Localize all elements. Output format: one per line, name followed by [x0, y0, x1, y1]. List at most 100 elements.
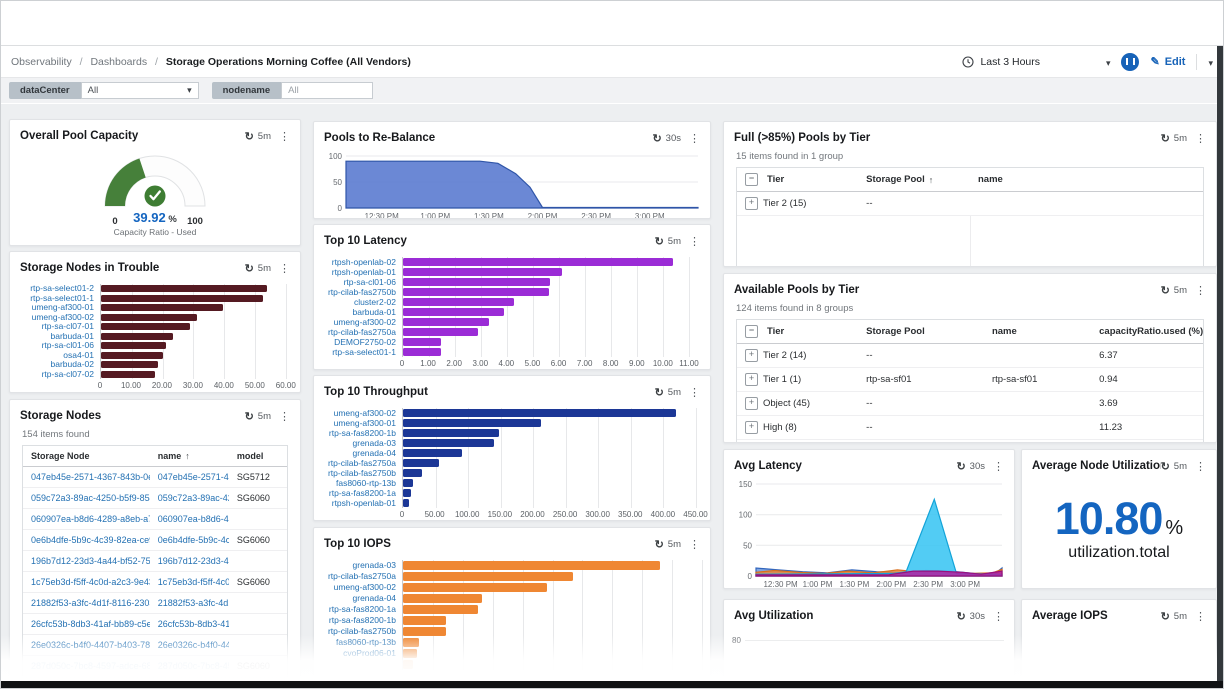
column-header[interactable]: Storage Pool: [858, 320, 984, 343]
refresh-icon[interactable]: [1161, 607, 1170, 625]
column-header[interactable]: name↑: [150, 446, 229, 466]
bar[interactable]: [403, 268, 562, 276]
expand-group-icon[interactable]: +: [745, 397, 758, 410]
refresh-interval[interactable]: 5m: [1174, 461, 1187, 472]
refresh-icon[interactable]: [655, 535, 664, 553]
table-row[interactable]: 26e0326c-b4f0-4407-b403-784fa6a76cad26e0…: [23, 635, 287, 656]
horizontal-scrollbar[interactable]: [1, 681, 1223, 688]
bar[interactable]: [403, 638, 419, 647]
bar[interactable]: [403, 616, 446, 625]
refresh-icon[interactable]: [1161, 129, 1170, 147]
bar[interactable]: [101, 371, 155, 378]
category-link[interactable]: rtp-sa-select01-1: [14, 294, 100, 304]
bar[interactable]: [403, 561, 660, 570]
table-row[interactable]: +Tier 2 (14)--6.37: [737, 344, 1203, 368]
bar[interactable]: [403, 572, 573, 581]
refresh-interval[interactable]: 30s: [970, 611, 985, 622]
category-link[interactable]: cvoProd06-01: [318, 648, 402, 659]
time-range-picker[interactable]: Last 3 Hours: [962, 53, 1110, 71]
table-cell[interactable]: 0e6b4dfe-5b9c-4c39-82ea-ce9f59f10724: [23, 530, 150, 550]
vertical-scrollbar[interactable]: [1217, 46, 1223, 681]
refresh-icon[interactable]: [1161, 281, 1170, 299]
refresh-icon[interactable]: [245, 127, 254, 145]
refresh-interval[interactable]: 5m: [668, 539, 681, 550]
table-cell[interactable]: 196b7d12-23d3-4a44-bf52-756d9ad58...: [23, 551, 150, 571]
bar[interactable]: [403, 429, 499, 437]
refresh-interval[interactable]: 5m: [1174, 133, 1187, 144]
bar[interactable]: [403, 627, 446, 636]
refresh-interval[interactable]: 5m: [258, 411, 271, 422]
table-row[interactable]: +Tier 2 (15)--: [737, 192, 1203, 216]
category-link[interactable]: rtpsh-openlab-01: [318, 498, 402, 508]
table-cell[interactable]: 1c75eb3d-f5ff-4c0d: [150, 572, 229, 592]
table-cell[interactable]: 059c72a3-89ac-425: [150, 488, 229, 508]
category-link[interactable]: rtp-sa-fas8200-1a: [318, 488, 402, 498]
category-link[interactable]: umeng-af300-02: [318, 317, 402, 327]
category-link[interactable]: rtp-sa-fas8200-1a: [318, 604, 402, 615]
table-cell[interactable]: 047eb45e-2571-4367-843b-0e8bad58f...: [23, 467, 150, 487]
table-row[interactable]: 0e6b4dfe-5b9c-4c39-82ea-ce9f59f107240e6b…: [23, 530, 287, 551]
refresh-icon[interactable]: [655, 383, 664, 401]
table-row[interactable]: 287d050c-7bc8-4597-adce-68e3a1087...287d…: [23, 656, 287, 677]
expand-group-icon[interactable]: +: [745, 373, 758, 386]
category-link[interactable]: fas8060-rtp-13b: [318, 637, 402, 648]
kebab-menu-icon[interactable]: [279, 407, 290, 425]
kebab-menu-icon[interactable]: [689, 129, 700, 147]
table-cell[interactable]: 060907ea-b8d6-4289-a8eb-a761dd4e2...: [23, 509, 150, 529]
collapse-all-icon[interactable]: −: [745, 173, 758, 186]
category-link[interactable]: umeng-af300-02: [14, 313, 100, 323]
category-link[interactable]: cluster2-02: [318, 297, 402, 307]
category-link[interactable]: osa4-01: [14, 351, 100, 361]
column-header[interactable]: −Tier: [737, 168, 858, 191]
bar[interactable]: [403, 439, 494, 447]
kebab-menu-icon[interactable]: [689, 383, 700, 401]
table-row[interactable]: +Object (45)--3.69: [737, 392, 1203, 416]
filter-nodename-input[interactable]: [281, 82, 373, 99]
refresh-icon[interactable]: [956, 457, 965, 475]
refresh-interval[interactable]: 30s: [970, 461, 985, 472]
bar[interactable]: [101, 333, 173, 340]
kebab-menu-icon[interactable]: [279, 259, 290, 277]
collapse-all-icon[interactable]: −: [745, 325, 758, 338]
column-header[interactable]: name: [970, 168, 1203, 191]
bar[interactable]: [403, 605, 478, 614]
edit-button[interactable]: Edit: [1150, 55, 1185, 68]
bar[interactable]: [403, 328, 478, 336]
category-link[interactable]: rtp-sa-cl07-02: [14, 370, 100, 380]
column-header[interactable]: −Tier: [737, 320, 858, 343]
breadcrumb-observability[interactable]: Observability: [11, 56, 72, 68]
breadcrumb-dashboards[interactable]: Dashboards: [90, 56, 147, 68]
bar[interactable]: [403, 649, 417, 658]
refresh-interval[interactable]: 30s: [666, 133, 681, 144]
kebab-menu-icon[interactable]: [689, 232, 700, 250]
bar[interactable]: [403, 479, 413, 487]
refresh-icon[interactable]: [956, 607, 965, 625]
category-link[interactable]: grenada-03: [318, 438, 402, 448]
bar[interactable]: [101, 304, 223, 311]
kebab-menu-icon[interactable]: [993, 607, 1004, 625]
table-row[interactable]: 060907ea-b8d6-4289-a8eb-a761dd4e2...0609…: [23, 509, 287, 530]
bar[interactable]: [101, 361, 158, 368]
bar[interactable]: [403, 459, 439, 467]
table-row[interactable]: 047eb45e-2571-4367-843b-0e8bad58f...047e…: [23, 467, 287, 488]
bar[interactable]: [403, 660, 413, 669]
category-link[interactable]: rtp-cilab-fas2750b: [318, 468, 402, 478]
bar[interactable]: [101, 295, 263, 302]
category-link[interactable]: rtp-sa-select01-1: [318, 347, 402, 357]
bar[interactable]: [403, 308, 504, 316]
category-link[interactable]: rtpsh-openlab-02: [318, 257, 402, 267]
column-header[interactable]: Storage Node: [23, 446, 150, 466]
category-link[interactable]: rtp-sa-select01-2: [14, 284, 100, 294]
kebab-menu-icon[interactable]: [1195, 129, 1206, 147]
category-link[interactable]: barbuda-01: [318, 307, 402, 317]
bar[interactable]: [101, 285, 267, 292]
bar[interactable]: [403, 489, 411, 497]
kebab-menu-icon[interactable]: [689, 535, 700, 553]
category-link[interactable]: rtpsh-openlab-01: [318, 267, 402, 277]
category-link[interactable]: rtp-sa-cl01-06: [14, 341, 100, 351]
expand-group-icon[interactable]: +: [745, 421, 758, 434]
table-cell[interactable]: 060907ea-b8d6-428: [150, 509, 229, 529]
category-link[interactable]: umeng-af300-01: [318, 418, 402, 428]
category-link[interactable]: umeng-af300-02: [318, 582, 402, 593]
bar[interactable]: [403, 348, 441, 356]
